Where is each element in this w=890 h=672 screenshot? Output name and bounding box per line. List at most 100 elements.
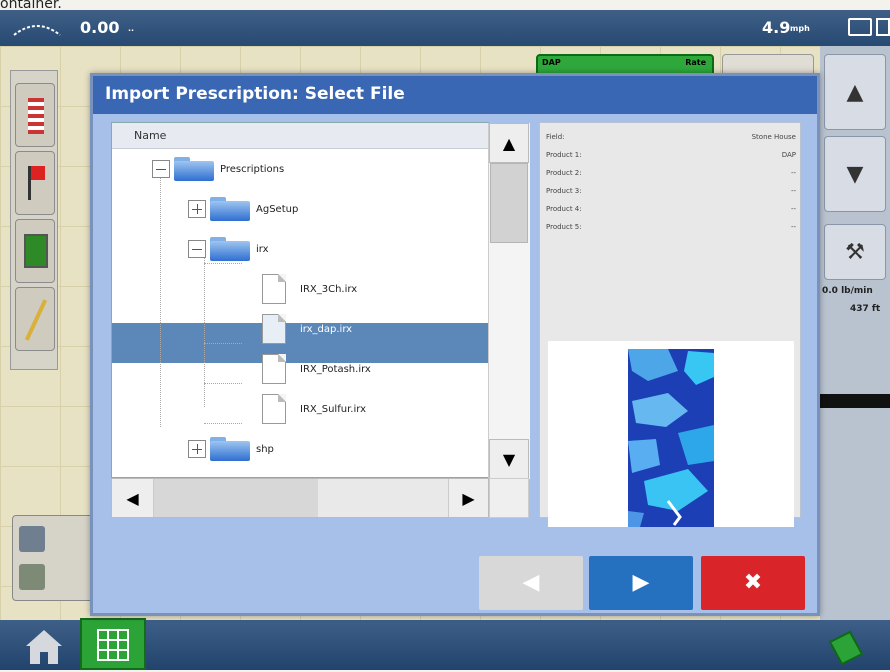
tree-item-irx-potash[interactable]: IRX_Potash.irx [262, 349, 371, 389]
vertical-scroll-thumb[interactable] [490, 163, 528, 243]
scroll-left-icon: ◀ [126, 489, 139, 508]
tree-line [204, 383, 242, 384]
detail-value: -- [790, 223, 796, 231]
back-button[interactable]: ◀ [479, 556, 583, 610]
scroll-right-button[interactable]: ▶ [448, 479, 488, 517]
cancel-button[interactable]: ✖ [701, 556, 805, 610]
speed-left-unit: .. [128, 24, 135, 33]
detail-product-1: Product 1: DAP [546, 151, 796, 164]
implement-icon[interactable] [19, 526, 45, 552]
grid-icon [97, 629, 129, 661]
wrench-icon[interactable]: ⚒ [824, 224, 886, 280]
down-arrow-button[interactable]: ▼ [824, 136, 886, 212]
prescription-map-image [628, 349, 714, 527]
speed-right-value: 4.9 [762, 18, 791, 37]
scroll-corner [489, 478, 529, 518]
detail-product-2: Product 2: -- [546, 169, 796, 182]
folder-icon [210, 437, 250, 461]
detail-label: Product 5: [546, 223, 582, 231]
file-icon [262, 354, 286, 384]
file-icon [262, 394, 286, 424]
detail-label: Field: [546, 133, 565, 141]
detail-value: -- [790, 187, 796, 195]
tree-item-label: IRX_Sulfur.irx [300, 403, 366, 415]
next-button[interactable]: ▶ [589, 556, 693, 610]
horizontal-scrollbar[interactable]: ◀ ▶ [111, 478, 489, 518]
distance-readout: 437 ft [850, 304, 881, 314]
tank-icon[interactable] [19, 564, 45, 590]
screen-icon[interactable] [848, 18, 872, 36]
guidance-icon[interactable] [15, 287, 55, 351]
detail-value: -- [790, 169, 796, 177]
speed-left-value: 0.00 [80, 18, 120, 37]
folder-icon [210, 237, 250, 261]
tree-item-irx-sulfur[interactable]: IRX_Sulfur.irx [262, 389, 366, 429]
right-panel: ▲ ▼ ⚒ [820, 46, 890, 620]
up-arrow-button[interactable]: ▲ [824, 54, 886, 130]
tree-line [204, 343, 242, 344]
display-icon[interactable] [826, 628, 866, 668]
scroll-down-icon: ▼ [502, 450, 516, 469]
scroll-up-icon: ▲ [502, 134, 516, 153]
dialog-title: Import Prescription: Select File [93, 76, 817, 114]
field-icon[interactable] [15, 219, 55, 283]
horizontal-scroll-thumb[interactable] [154, 479, 318, 517]
tree-line [204, 257, 205, 407]
scroll-down-button[interactable]: ▼ [489, 439, 529, 479]
expand-icon[interactable] [188, 200, 206, 218]
rate-readout: 0.0 lb/min [822, 286, 873, 296]
tree-header-name[interactable]: Name [112, 123, 489, 149]
scroll-left-button[interactable]: ◀ [112, 479, 154, 517]
tree-item-label: IRX_Potash.irx [300, 363, 371, 375]
tree-item-irx-dap[interactable]: irx_dap.irx [262, 309, 352, 349]
gps-icon [13, 25, 61, 36]
file-icon [262, 274, 286, 304]
tree-item-irx-3ch[interactable]: IRX_3Ch.irx [262, 269, 357, 309]
file-details-panel: Field: Stone House Product 1: DAP Product … [539, 122, 801, 527]
detail-label: Product 4: [546, 205, 582, 213]
prescription-map-preview [548, 341, 794, 527]
top-clipped-text: ontainer. [0, 0, 62, 10]
scroll-up-button[interactable]: ▲ [489, 123, 529, 163]
detail-value: Stone House [751, 133, 796, 141]
file-icon [262, 314, 286, 344]
tree-item-label: AgSetup [256, 203, 299, 215]
detail-value: -- [790, 205, 796, 213]
file-tree: Name Prescriptions AgSetup irx IRX_3Ch.i… [111, 122, 530, 479]
collapse-icon[interactable] [188, 240, 206, 258]
tree-item-agsetup[interactable]: AgSetup [188, 189, 298, 229]
status-bar: 0.00 .. 4.9 mph [0, 10, 890, 46]
detail-product-5: Product 5: -- [546, 223, 796, 236]
tree-item-shp[interactable]: shp [188, 429, 274, 469]
list-icon[interactable] [15, 83, 55, 147]
home-icon[interactable] [20, 624, 68, 668]
scroll-right-icon: ▶ [462, 489, 475, 508]
left-toolbar [10, 70, 58, 370]
detail-label: Product 3: [546, 187, 582, 195]
detail-label: Product 1: [546, 151, 582, 159]
tree-line [204, 423, 242, 424]
collapse-icon[interactable] [152, 160, 170, 178]
bottom-left-panel [12, 515, 94, 601]
tree-item-label: shp [256, 443, 274, 455]
settings-icon[interactable] [876, 18, 890, 36]
detail-product-3: Product 3: -- [546, 187, 796, 200]
tree-item-label: irx [256, 243, 269, 255]
folder-icon [210, 197, 250, 221]
grid-button[interactable] [80, 618, 146, 670]
detail-field: Field: Stone House [546, 133, 796, 146]
detail-label: Product 2: [546, 169, 582, 177]
folder-icon [174, 157, 214, 181]
tree-item-label: Prescriptions [220, 163, 285, 175]
import-dialog: Import Prescription: Select File Name Pr… [90, 73, 820, 616]
tree-item-irx[interactable]: irx [188, 229, 269, 269]
black-bar [820, 394, 890, 408]
product-status: Rate [685, 58, 706, 67]
flag-icon[interactable] [15, 151, 55, 215]
product-name: DAP [542, 58, 561, 67]
tree-item-prescriptions[interactable]: Prescriptions [152, 149, 284, 189]
tree-line [160, 177, 161, 427]
detail-product-4: Product 4: -- [546, 205, 796, 218]
tree-item-label: irx_dap.irx [300, 323, 353, 335]
expand-icon[interactable] [188, 440, 206, 458]
